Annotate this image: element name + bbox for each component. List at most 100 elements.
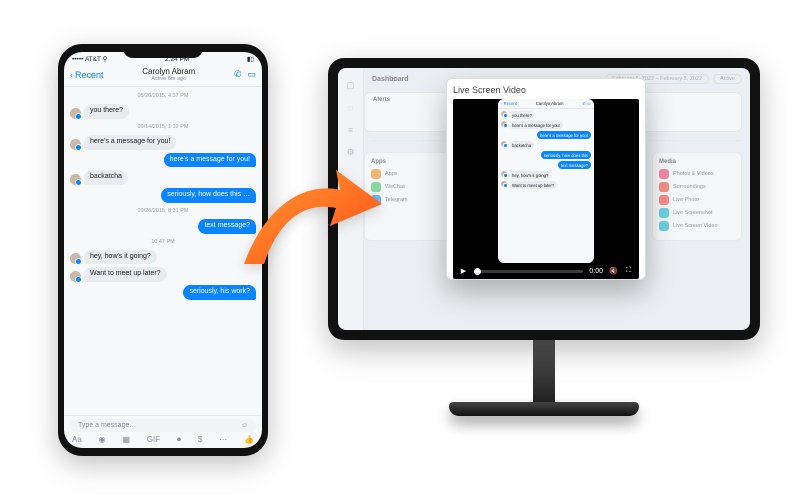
chat-timestamp: 09/14/2015, 1:12 PM bbox=[70, 124, 256, 130]
seek-knob[interactable] bbox=[474, 268, 481, 275]
money-icon[interactable]: $ bbox=[198, 435, 202, 445]
message-row-in: here's a message for you! bbox=[70, 135, 256, 150]
avatar bbox=[70, 174, 81, 185]
mini-row: backatcha bbox=[501, 141, 591, 149]
modal-title: Live Screen Video bbox=[453, 85, 639, 95]
avatar bbox=[501, 111, 507, 117]
phone-screen: ••••• AT&T ⚲ 2:24 PM ▮▯ ‹ Recent Carolyn… bbox=[64, 52, 262, 448]
message-row-out: seriously, how does this … bbox=[70, 188, 256, 203]
monitor-stand-base bbox=[449, 402, 639, 416]
mic-icon[interactable]: ⏺ bbox=[177, 435, 181, 445]
monitor-bezel: ▢ ◌ ≡ ⚙ Dashboard February 5, 2022 – Feb… bbox=[328, 58, 760, 340]
status-pill: Active bbox=[713, 74, 742, 84]
app-icon bbox=[659, 195, 669, 205]
contact-status: Active 6m ago bbox=[104, 76, 234, 82]
message-row-in: backatcha bbox=[70, 170, 256, 185]
camera-icon[interactable]: ◉ bbox=[99, 435, 106, 445]
input-placeholder: Type a message… bbox=[78, 422, 136, 429]
message-row-in: Want to meet up later? bbox=[70, 267, 256, 282]
composer: Type a message… ☺ Aa ◉ ▦ GIF ⏺ $ ⋯ 👍 bbox=[64, 415, 262, 448]
mini-row: Want to meet up later? bbox=[501, 181, 591, 189]
chat-navbar: ‹ Recent Carolyn Abram Active 6m ago ✆ ▭ bbox=[64, 64, 262, 87]
sidebar-icon[interactable]: ⚙ bbox=[346, 147, 354, 158]
avatar bbox=[501, 171, 507, 177]
video-icon[interactable]: ▭ bbox=[247, 69, 256, 80]
list-item[interactable]: Surroundings bbox=[659, 182, 735, 192]
mini-actions: ✆ ▭ bbox=[582, 101, 591, 106]
chat-title[interactable]: Carolyn Abram Active 6m ago bbox=[104, 67, 234, 82]
avatar bbox=[70, 253, 81, 264]
message-row-out: here's a message for you! bbox=[70, 153, 256, 168]
list-item[interactable]: Photos & Videos bbox=[659, 169, 735, 179]
avatar bbox=[70, 108, 81, 119]
chat-timestamp: 05/20/2015, 4:37 PM bbox=[70, 93, 256, 99]
page-title: Dashboard bbox=[372, 76, 409, 83]
gif-icon[interactable]: GIF bbox=[147, 435, 160, 445]
message-row-out: text message? bbox=[70, 219, 256, 234]
back-label: Recent bbox=[75, 70, 104, 80]
mini-chat: you there? here's a message for you! her… bbox=[498, 109, 594, 263]
message-bubble[interactable]: hey, how's it going? bbox=[84, 250, 157, 265]
card-title: Media bbox=[659, 159, 735, 165]
mini-row: here's a message for you! bbox=[501, 131, 591, 139]
navbar-actions: ✆ ▭ bbox=[234, 69, 256, 80]
sidebar-icon[interactable]: ▢ bbox=[346, 80, 355, 91]
avatar bbox=[70, 271, 81, 282]
chat-timestamp: 10:47 PM bbox=[70, 239, 256, 245]
status-right: ▮▯ bbox=[247, 55, 254, 63]
chevron-left-icon: ‹ bbox=[70, 70, 73, 80]
contact-name: Carolyn Abram bbox=[104, 67, 234, 76]
smile-icon[interactable]: ☺ bbox=[241, 422, 248, 429]
mini-contact: Carolyn Abram bbox=[536, 101, 564, 106]
phone-notch bbox=[123, 44, 203, 58]
avatar bbox=[501, 121, 507, 127]
chat-body[interactable]: 05/20/2015, 4:37 PM you there? 09/14/201… bbox=[64, 87, 262, 415]
avatar bbox=[70, 139, 81, 150]
list-item[interactable]: Live Screen Video bbox=[659, 221, 735, 231]
message-bubble[interactable]: here's a message for you! bbox=[84, 135, 176, 150]
back-button[interactable]: ‹ Recent bbox=[70, 70, 104, 80]
message-input[interactable]: Type a message… ☺ bbox=[70, 419, 256, 432]
app-icon bbox=[659, 208, 669, 218]
arrow-icon bbox=[236, 164, 386, 284]
text-format-icon[interactable]: Aa bbox=[72, 435, 82, 445]
message-bubble[interactable]: seriously, his work? bbox=[183, 285, 256, 300]
message-row-out: seriously, his work? bbox=[70, 285, 256, 300]
more-icon[interactable]: ⋯ bbox=[219, 435, 227, 445]
video-player: ‹ Recent Carolyn Abram ✆ ▭ you there? he… bbox=[453, 99, 639, 279]
list-item[interactable]: Live Photo bbox=[659, 195, 735, 205]
monitor-screen: ▢ ◌ ≡ ⚙ Dashboard February 5, 2022 – Feb… bbox=[338, 68, 750, 330]
video-controls: ▶ 0:00 🔇 ⛶ bbox=[453, 263, 639, 279]
avatar bbox=[501, 181, 507, 187]
phone-icon[interactable]: ✆ bbox=[234, 69, 242, 80]
play-icon[interactable]: ▶ bbox=[459, 267, 468, 276]
app-icon bbox=[659, 182, 669, 192]
message-bubble[interactable]: Want to meet up later? bbox=[84, 267, 167, 282]
message-bubble[interactable]: you there? bbox=[84, 104, 129, 119]
video-preview-phone: ‹ Recent Carolyn Abram ✆ ▭ you there? he… bbox=[498, 99, 594, 263]
mini-row: hey, how's it going? bbox=[501, 171, 591, 179]
monitor-mockup: ▢ ◌ ≡ ⚙ Dashboard February 5, 2022 – Feb… bbox=[328, 58, 760, 458]
message-row-in: hey, how's it going? bbox=[70, 250, 256, 265]
live-screen-video-modal: Live Screen Video ‹ Recent Carolyn Abram… bbox=[446, 78, 646, 280]
status-left: ••••• AT&T ⚲ bbox=[72, 55, 107, 63]
avatar bbox=[501, 141, 507, 147]
mini-row: here's a message for you! bbox=[501, 121, 591, 129]
gallery-icon[interactable]: ▦ bbox=[122, 435, 130, 445]
thumbs-up-icon[interactable]: 👍 bbox=[244, 435, 254, 445]
fullscreen-icon[interactable]: ⛶ bbox=[624, 267, 633, 276]
composer-toolbar: Aa ◉ ▦ GIF ⏺ $ ⋯ 👍 bbox=[70, 435, 256, 445]
category-card-media: Media Photos & Videos Surroundings Live … bbox=[652, 152, 742, 241]
volume-icon[interactable]: 🔇 bbox=[609, 267, 618, 276]
app-icon bbox=[659, 221, 669, 231]
video-area[interactable]: ‹ Recent Carolyn Abram ✆ ▭ you there? he… bbox=[453, 99, 639, 263]
seek-bar[interactable] bbox=[474, 270, 583, 273]
mini-navbar: ‹ Recent Carolyn Abram ✆ ▭ bbox=[498, 99, 594, 109]
monitor-stand-neck bbox=[533, 340, 555, 402]
sidebar-icon[interactable]: ≡ bbox=[348, 125, 353, 135]
video-time: 0:00 bbox=[589, 268, 603, 275]
mini-row: seriously, how does this bbox=[501, 151, 591, 159]
message-bubble[interactable]: backatcha bbox=[84, 170, 128, 185]
list-item[interactable]: Live Screenshot bbox=[659, 208, 735, 218]
sidebar-icon[interactable]: ◌ bbox=[348, 103, 353, 113]
